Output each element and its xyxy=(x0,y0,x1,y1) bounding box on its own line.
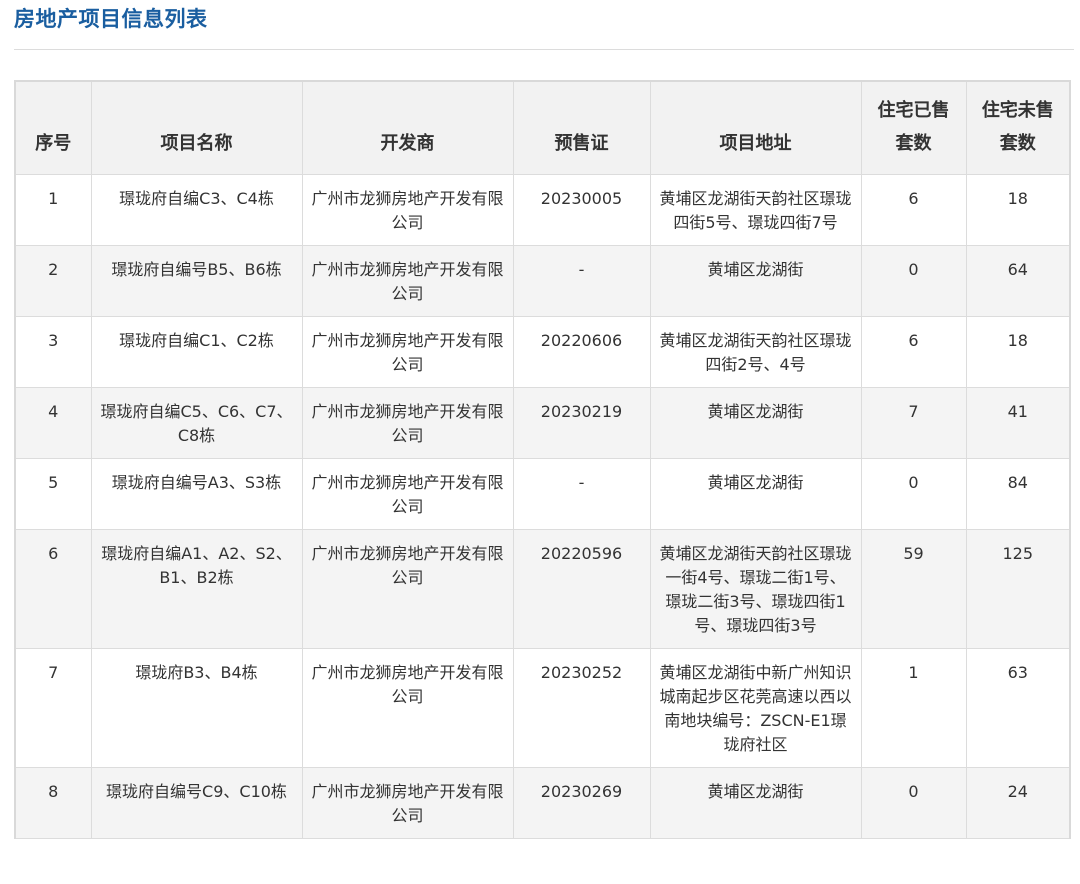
cell-project-address: 黄埔区龙湖街中新广州知识城南起步区花莞高速以西以南地块编号：ZSCN-E1璟珑府… xyxy=(649,647,862,768)
cell-project-address: 黄埔区龙湖街天韵社区璟珑四街2号、4号 xyxy=(649,315,862,388)
cell-developer: 广州市龙狮房地产开发有限公司 xyxy=(301,315,514,388)
cell-presale-permit: 20230005 xyxy=(512,173,651,246)
cell-project-address: 黄埔区龙湖街 xyxy=(649,386,862,459)
cell-unsold-units: 84 xyxy=(965,457,1069,530)
cell-presale-permit: 20230252 xyxy=(512,647,651,768)
cell-developer: 广州市龙狮房地产开发有限公司 xyxy=(301,457,514,530)
cell-index: 2 xyxy=(16,244,92,317)
cell-sold-units: 0 xyxy=(860,457,967,530)
cell-unsold-units: 64 xyxy=(965,244,1069,317)
cell-unsold-units: 18 xyxy=(965,173,1069,246)
table-row: 6 璟珑府自编A1、A2、S2、B1、B2栋 广州市龙狮房地产开发有限公司 20… xyxy=(16,528,1069,649)
header-index: 序号 xyxy=(16,82,92,175)
project-info-table: 序号 项目名称 开发商 预售证 项目地址 住宅已售套数 住宅未售套数 1 璟珑府… xyxy=(16,82,1069,839)
header-unsold-units: 住宅未售套数 xyxy=(965,82,1069,175)
cell-index: 4 xyxy=(16,386,92,459)
header-presale-permit: 预售证 xyxy=(512,82,651,175)
cell-project-address: 黄埔区龙湖街天韵社区璟珑四街5号、璟珑四街7号 xyxy=(649,173,862,246)
cell-developer: 广州市龙狮房地产开发有限公司 xyxy=(301,766,514,839)
cell-unsold-units: 18 xyxy=(965,315,1069,388)
cell-sold-units: 7 xyxy=(860,386,967,459)
cell-sold-units: 6 xyxy=(860,315,967,388)
cell-project-name: 璟珑府自编C3、C4栋 xyxy=(90,173,303,246)
table-header-row: 序号 项目名称 开发商 预售证 项目地址 住宅已售套数 住宅未售套数 xyxy=(16,82,1069,175)
table-row: 7 璟珑府B3、B4栋 广州市龙狮房地产开发有限公司 20230252 黄埔区龙… xyxy=(16,647,1069,768)
header-project-name: 项目名称 xyxy=(90,82,303,175)
cell-sold-units: 0 xyxy=(860,766,967,839)
table-row: 2 璟珑府自编号B5、B6栋 广州市龙狮房地产开发有限公司 - 黄埔区龙湖街 0… xyxy=(16,244,1069,317)
project-table-container: 序号 项目名称 开发商 预售证 项目地址 住宅已售套数 住宅未售套数 1 璟珑府… xyxy=(14,80,1071,839)
cell-project-name: 璟珑府自编号C9、C10栋 xyxy=(90,766,303,839)
page-title: 房地产项目信息列表 xyxy=(14,7,208,31)
cell-index: 5 xyxy=(16,457,92,530)
cell-unsold-units: 24 xyxy=(965,766,1069,839)
cell-project-address: 黄埔区龙湖街 xyxy=(649,244,862,317)
cell-index: 7 xyxy=(16,647,92,768)
cell-developer: 广州市龙狮房地产开发有限公司 xyxy=(301,528,514,649)
cell-unsold-units: 125 xyxy=(965,528,1069,649)
cell-sold-units: 1 xyxy=(860,647,967,768)
cell-project-address: 黄埔区龙湖街 xyxy=(649,766,862,839)
cell-presale-permit: 20220596 xyxy=(512,528,651,649)
table-row: 8 璟珑府自编号C9、C10栋 广州市龙狮房地产开发有限公司 20230269 … xyxy=(16,766,1069,839)
cell-index: 8 xyxy=(16,766,92,839)
cell-index: 1 xyxy=(16,173,92,246)
cell-developer: 广州市龙狮房地产开发有限公司 xyxy=(301,244,514,317)
cell-presale-permit: 20230219 xyxy=(512,386,651,459)
header-developer: 开发商 xyxy=(301,82,514,175)
cell-project-name: 璟珑府自编C1、C2栋 xyxy=(90,315,303,388)
cell-presale-permit: - xyxy=(512,244,651,317)
table-row: 3 璟珑府自编C1、C2栋 广州市龙狮房地产开发有限公司 20220606 黄埔… xyxy=(16,315,1069,388)
cell-index: 3 xyxy=(16,315,92,388)
cell-project-name: 璟珑府自编号B5、B6栋 xyxy=(90,244,303,317)
title-divider xyxy=(14,49,1074,50)
cell-sold-units: 0 xyxy=(860,244,967,317)
cell-sold-units: 59 xyxy=(860,528,967,649)
cell-developer: 广州市龙狮房地产开发有限公司 xyxy=(301,173,514,246)
cell-unsold-units: 41 xyxy=(965,386,1069,459)
header-sold-units: 住宅已售套数 xyxy=(860,82,967,175)
cell-project-address: 黄埔区龙湖街 xyxy=(649,457,862,530)
cell-project-name: 璟珑府B3、B4栋 xyxy=(90,647,303,768)
table-row: 4 璟珑府自编C5、C6、C7、C8栋 广州市龙狮房地产开发有限公司 20230… xyxy=(16,386,1069,459)
cell-developer: 广州市龙狮房地产开发有限公司 xyxy=(301,386,514,459)
table-row: 5 璟珑府自编号A3、S3栋 广州市龙狮房地产开发有限公司 - 黄埔区龙湖街 0… xyxy=(16,457,1069,530)
cell-project-name: 璟珑府自编C5、C6、C7、C8栋 xyxy=(90,386,303,459)
cell-sold-units: 6 xyxy=(860,173,967,246)
cell-project-name: 璟珑府自编A1、A2、S2、B1、B2栋 xyxy=(90,528,303,649)
cell-index: 6 xyxy=(16,528,92,649)
cell-project-address: 黄埔区龙湖街天韵社区璟珑一街4号、璟珑二街1号、璟珑二街3号、璟珑四街1号、璟珑… xyxy=(649,528,862,649)
cell-presale-permit: 20230269 xyxy=(512,766,651,839)
cell-project-name: 璟珑府自编号A3、S3栋 xyxy=(90,457,303,530)
cell-developer: 广州市龙狮房地产开发有限公司 xyxy=(301,647,514,768)
cell-presale-permit: 20220606 xyxy=(512,315,651,388)
cell-unsold-units: 63 xyxy=(965,647,1069,768)
table-row: 1 璟珑府自编C3、C4栋 广州市龙狮房地产开发有限公司 20230005 黄埔… xyxy=(16,173,1069,246)
cell-presale-permit: - xyxy=(512,457,651,530)
header-project-address: 项目地址 xyxy=(649,82,862,175)
